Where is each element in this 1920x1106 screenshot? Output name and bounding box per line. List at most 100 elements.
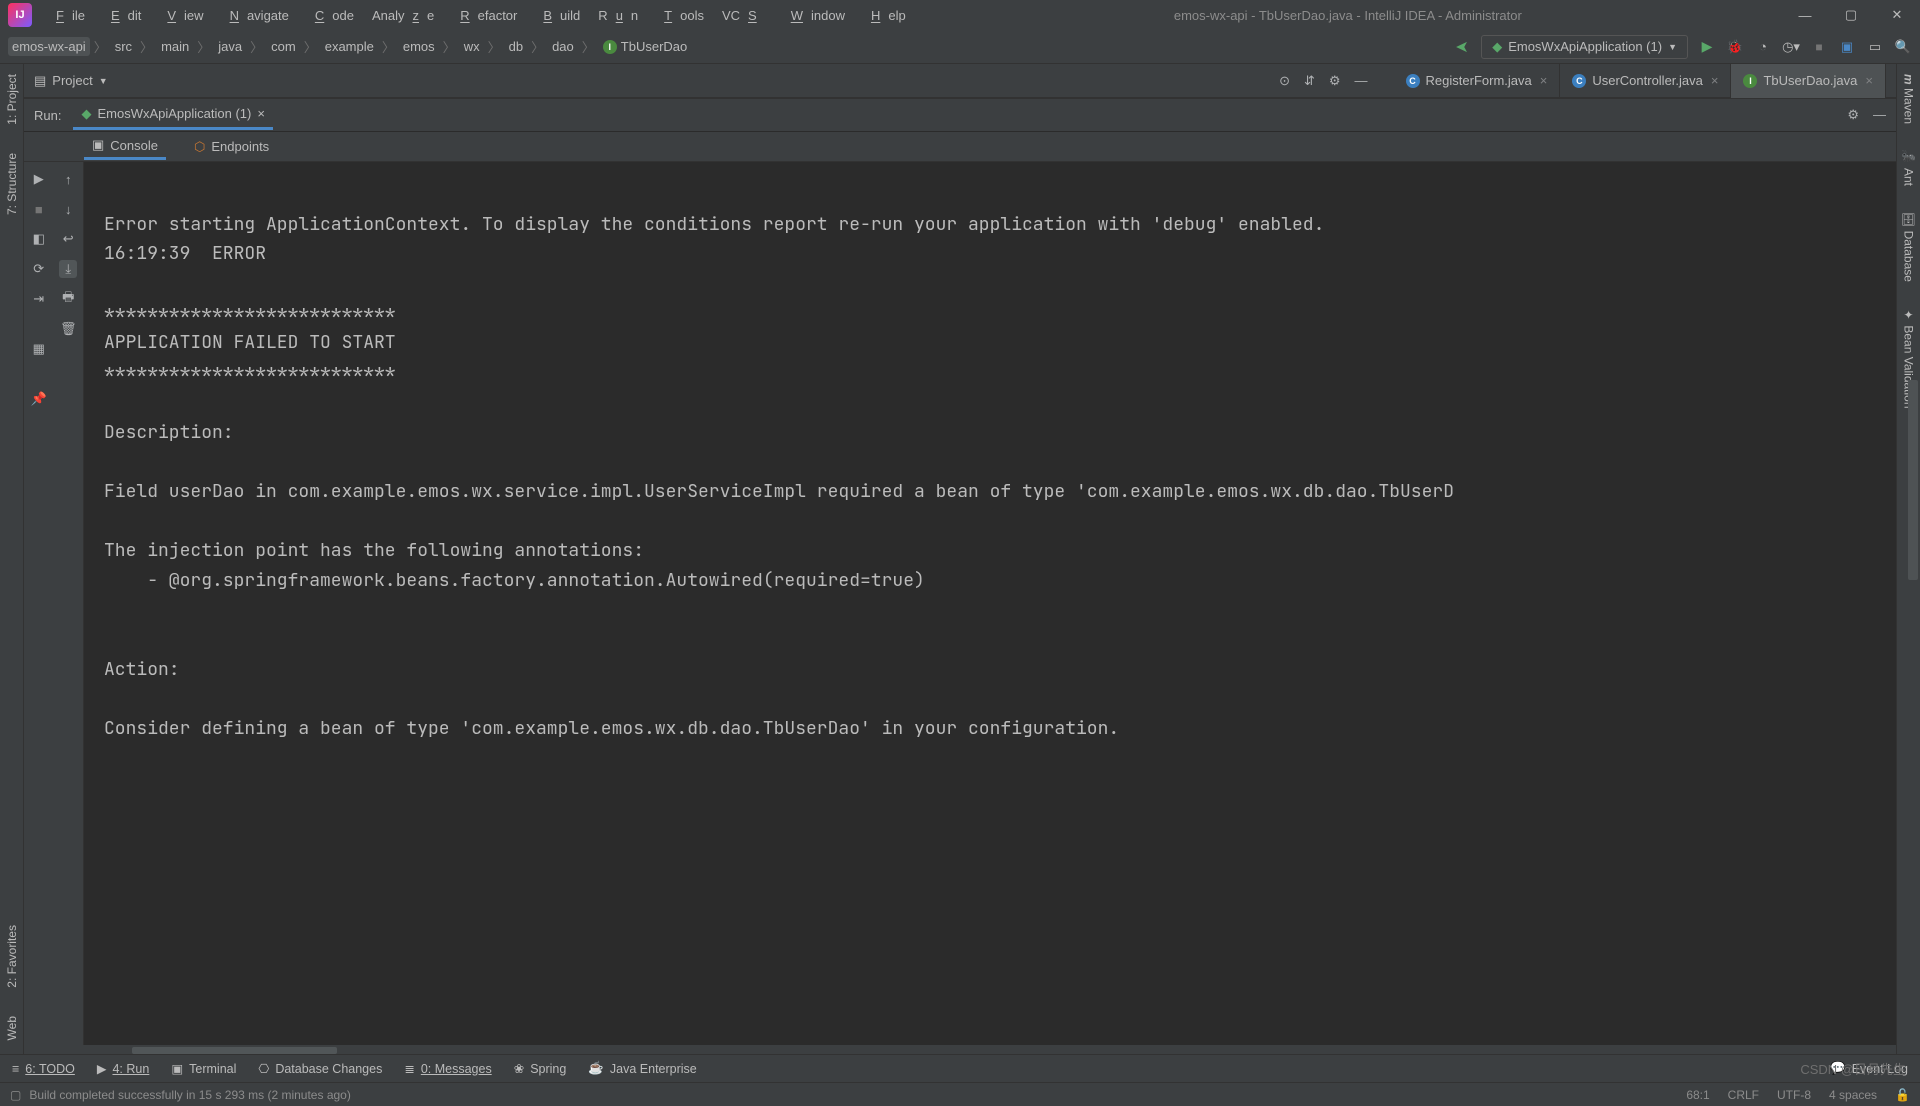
editor-tab[interactable]: C UserController.java × bbox=[1560, 64, 1731, 98]
crumb[interactable]: db bbox=[505, 37, 527, 56]
run-button[interactable]: ▶ bbox=[1698, 38, 1716, 56]
cursor-position[interactable]: 68:1 bbox=[1686, 1088, 1709, 1102]
hide-icon[interactable] bbox=[1355, 73, 1368, 89]
menu-edit[interactable]: Edit bbox=[95, 4, 149, 27]
run-panel-title: Run: bbox=[34, 108, 61, 123]
layout-button[interactable]: ▭ bbox=[1866, 38, 1884, 56]
menu-vcs[interactable]: VCS bbox=[714, 4, 773, 27]
menu-file[interactable]: File bbox=[40, 4, 93, 27]
bottom-toolwindow-bar: ≡ 6: TODO ▶ 4: Run ▣ Terminal ⎔ Database… bbox=[0, 1054, 1920, 1082]
sidebar-structure[interactable]: 7: Structure bbox=[3, 149, 21, 219]
status-bar: ▢ Build completed successfully in 15 s 2… bbox=[0, 1082, 1920, 1106]
project-toolwindow-header[interactable]: ▤ Project ▼ bbox=[34, 73, 108, 89]
clear-button[interactable]: 🗑 bbox=[59, 320, 77, 338]
breadcrumb: emos-wx-api〉 src〉 main〉 java〉 com〉 examp… bbox=[8, 37, 1453, 56]
rerun-button[interactable]: ▶ bbox=[30, 170, 48, 188]
menu-window[interactable]: Window bbox=[775, 4, 853, 27]
gear-icon[interactable] bbox=[1329, 73, 1341, 89]
run-config-icon: ◆ bbox=[1492, 39, 1502, 55]
soft-wrap-button[interactable]: ↩ bbox=[59, 230, 77, 248]
close-icon[interactable]: × bbox=[257, 106, 265, 121]
class-icon: C bbox=[1572, 74, 1586, 88]
sidebar-web[interactable]: Web bbox=[3, 1012, 21, 1044]
interface-icon: I bbox=[1743, 74, 1757, 88]
scroll-to-end-button[interactable]: ⤓ bbox=[59, 260, 77, 278]
locate-icon[interactable]: ⊙ bbox=[1279, 73, 1290, 89]
dump-button[interactable]: ◧ bbox=[30, 230, 48, 248]
project-label: Project bbox=[52, 73, 92, 88]
endpoints-label: Endpoints bbox=[211, 139, 269, 154]
stop-button[interactable]: ■ bbox=[1810, 38, 1828, 56]
hide-icon[interactable] bbox=[1873, 107, 1886, 123]
close-icon[interactable]: × bbox=[1865, 73, 1873, 88]
menu-run[interactable]: Run bbox=[590, 4, 646, 27]
sidebar-favorites[interactable]: 2: Favorites bbox=[3, 921, 21, 992]
indent[interactable]: 4 spaces bbox=[1829, 1088, 1877, 1102]
crumb-label: TbUserDao bbox=[621, 39, 687, 54]
coverage-button[interactable]: ◔ bbox=[1754, 38, 1772, 56]
run-config-label: EmosWxApiApplication (1) bbox=[1508, 39, 1662, 54]
status-icon[interactable]: ▢ bbox=[10, 1088, 21, 1102]
chevron-down-icon: ▼ bbox=[1668, 42, 1677, 52]
console-icon: ▣ bbox=[92, 137, 104, 153]
restart-button[interactable]: ⟳ bbox=[30, 260, 48, 278]
run-gutter: ▶ ■ ◧ ⟳ ⇥ ▦ 📌 ↑ ↓ ↩ ⤓ 🖶 🗑 bbox=[24, 162, 84, 1045]
menu-view[interactable]: View bbox=[151, 4, 211, 27]
close-icon[interactable]: × bbox=[1540, 73, 1548, 88]
menu-help[interactable]: Help bbox=[855, 4, 914, 27]
crumb[interactable]: src bbox=[111, 37, 136, 56]
bottom-spring[interactable]: ❀ Spring bbox=[514, 1061, 567, 1076]
bottom-todo[interactable]: ≡ 6: TODO bbox=[12, 1062, 75, 1076]
editor-tab[interactable]: C RegisterForm.java × bbox=[1394, 64, 1561, 98]
layout-button[interactable]: ▦ bbox=[30, 340, 48, 358]
menu-build[interactable]: Build bbox=[527, 4, 588, 27]
scroll-up-button[interactable]: ↑ bbox=[59, 170, 77, 188]
run-session-tab[interactable]: ◆ EmosWxApiApplication (1) × bbox=[73, 101, 272, 130]
update-button[interactable]: ▣ bbox=[1838, 38, 1856, 56]
bottom-java-ee[interactable]: ☕ Java Enterprise bbox=[588, 1061, 696, 1076]
expand-icon[interactable]: ⇵ bbox=[1304, 73, 1315, 89]
menu-code[interactable]: Code bbox=[299, 4, 362, 27]
debug-button[interactable]: 🐞 bbox=[1726, 38, 1744, 56]
crumb[interactable]: example bbox=[321, 37, 378, 56]
menu-tools[interactable]: Tools bbox=[648, 4, 712, 27]
menu-navigate[interactable]: Navigate bbox=[214, 4, 297, 27]
scroll-down-button[interactable]: ↓ bbox=[59, 200, 77, 218]
run-config-selector[interactable]: ◆ EmosWxApiApplication (1) ▼ bbox=[1481, 35, 1688, 59]
endpoints-icon: ⬡ bbox=[194, 139, 205, 155]
menu-refactor[interactable]: Refactor bbox=[444, 4, 525, 27]
crumb[interactable]: wx bbox=[460, 37, 484, 56]
pin-button[interactable]: 📌 bbox=[30, 390, 48, 408]
console-output[interactable]: Error starting ApplicationContext. To di… bbox=[84, 162, 1896, 1045]
profile-button[interactable]: ◷▾ bbox=[1782, 38, 1800, 56]
exit-button[interactable]: ⇥ bbox=[30, 290, 48, 308]
close-icon[interactable]: × bbox=[1711, 73, 1719, 88]
menu-analyze[interactable]: Analyze bbox=[364, 4, 442, 27]
lock-icon[interactable]: 🔓 bbox=[1895, 1088, 1910, 1102]
crumb-last[interactable]: ITbUserDao bbox=[599, 37, 691, 56]
minimize-button[interactable]: — bbox=[1782, 0, 1828, 30]
crumb[interactable]: com bbox=[267, 37, 300, 56]
maximize-button[interactable]: ▢ bbox=[1828, 0, 1874, 30]
console-tab[interactable]: ▣ Console bbox=[84, 133, 166, 160]
encoding[interactable]: UTF-8 bbox=[1777, 1088, 1811, 1102]
watermark: CSDN @日月先生 bbox=[1800, 1059, 1906, 1078]
line-ending[interactable]: CRLF bbox=[1728, 1088, 1759, 1102]
crumb-root[interactable]: emos-wx-api bbox=[8, 37, 90, 56]
bottom-db-changes[interactable]: ⎔ Database Changes bbox=[258, 1061, 382, 1076]
endpoints-tab[interactable]: ⬡ Endpoints bbox=[186, 135, 277, 159]
bottom-messages[interactable]: ≣ 0: Messages bbox=[404, 1061, 491, 1076]
editor-tab-active[interactable]: I TbUserDao.java × bbox=[1731, 64, 1886, 98]
crumb[interactable]: java bbox=[214, 37, 246, 56]
crumb[interactable]: emos bbox=[399, 37, 439, 56]
gear-icon[interactable] bbox=[1847, 107, 1859, 123]
stop-button[interactable]: ■ bbox=[30, 200, 48, 218]
bottom-run[interactable]: ▶ 4: Run bbox=[97, 1061, 149, 1076]
left-toolwindow-bar: 1: Project 7: Structure 2: Favorites Web bbox=[0, 64, 24, 1054]
sidebar-project[interactable]: 1: Project bbox=[3, 70, 21, 129]
crumb[interactable]: main bbox=[157, 37, 193, 56]
crumb[interactable]: dao bbox=[548, 37, 578, 56]
bottom-terminal[interactable]: ▣ Terminal bbox=[171, 1061, 236, 1076]
nav-back-icon[interactable]: ➤ bbox=[1453, 38, 1471, 56]
print-button[interactable]: 🖶 bbox=[59, 290, 77, 308]
